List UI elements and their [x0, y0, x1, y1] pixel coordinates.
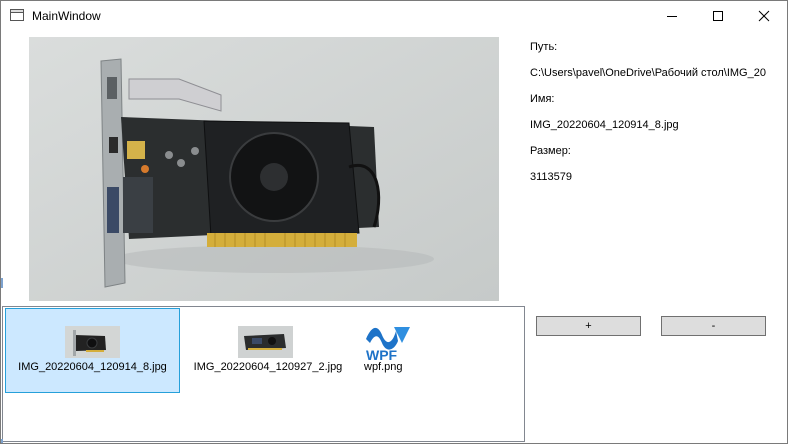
- size-value: 3113579: [530, 171, 573, 183]
- list-item-label: IMG_20220604_120914_8.jpg: [18, 361, 167, 373]
- list-item-file-2[interactable]: IMG_20220604_120927_2.jpg: [183, 308, 353, 393]
- window-edge-marker: [1, 439, 3, 443]
- path-value: C:\Users\pavel\OneDrive\Рабочий стол\IMG…: [530, 67, 766, 79]
- wpf-logo-text: WPF: [366, 347, 398, 361]
- list-item-file-3[interactable]: WPF wpf.png: [358, 308, 418, 393]
- photo-thumbnail-icon: [238, 326, 293, 358]
- close-icon: [758, 10, 770, 22]
- list-item-label: wpf.png: [364, 361, 403, 373]
- name-label: Имя:: [530, 93, 555, 105]
- window-edge-marker: [1, 278, 3, 288]
- image-preview: [29, 37, 499, 301]
- photo-thumbnail-icon: [65, 326, 120, 358]
- close-button[interactable]: [741, 1, 787, 31]
- maximize-icon: [713, 11, 723, 21]
- add-button[interactable]: +: [536, 316, 641, 336]
- file-list[interactable]: IMG_20220604_120914_8.jpg IMG_20220604_1…: [2, 306, 525, 442]
- minimize-icon: [667, 16, 677, 17]
- size-label: Размер:: [530, 145, 571, 157]
- name-value: IMG_20220604_120914_8.jpg: [530, 119, 679, 131]
- maximize-button[interactable]: [695, 1, 741, 31]
- list-item-file-1[interactable]: IMG_20220604_120914_8.jpg: [5, 308, 180, 393]
- remove-button[interactable]: -: [661, 316, 766, 336]
- main-window: MainWindow Путь: C:\Users\pavel\OneDrive…: [0, 0, 788, 444]
- window-title: MainWindow: [32, 9, 101, 23]
- list-item-label: IMG_20220604_120927_2.jpg: [193, 361, 343, 373]
- minimize-button[interactable]: [649, 1, 695, 31]
- wpf-logo-icon: WPF: [366, 327, 410, 361]
- app-icon: [10, 9, 24, 21]
- title-bar[interactable]: MainWindow: [1, 1, 787, 31]
- path-label: Путь:: [530, 41, 558, 53]
